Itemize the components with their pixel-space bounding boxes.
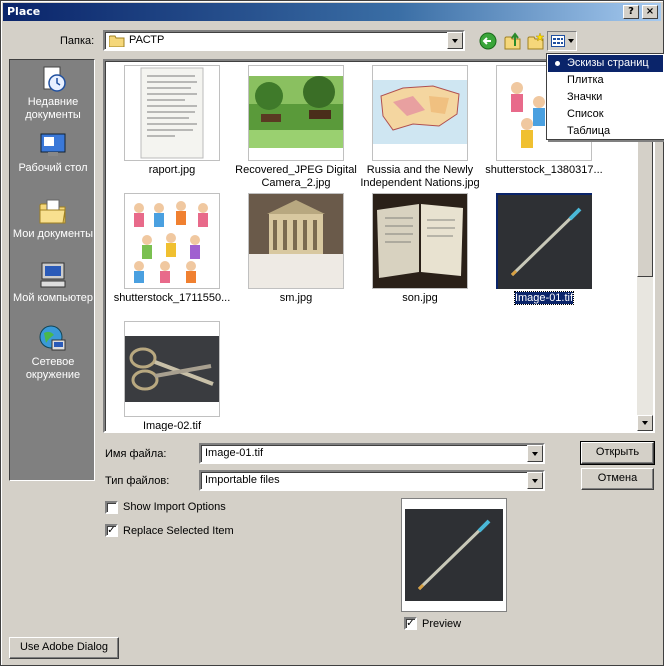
title-bar[interactable]: Place ? × — [3, 3, 661, 21]
chevron-down-icon — [568, 39, 574, 43]
view-menu-item-tiles[interactable]: Плитка — [548, 72, 663, 89]
view-menu-item-icons[interactable]: Значки — [548, 89, 663, 106]
open-button[interactable]: Открыть — [580, 441, 655, 465]
place-recent-documents[interactable]: Недавние документы — [10, 64, 96, 122]
show-import-options-label: Show Import Options — [123, 501, 226, 513]
file-item[interactable]: Image-02.tif — [110, 319, 230, 431]
desktop-icon — [40, 133, 66, 156]
file-item[interactable]: son.jpg — [358, 191, 478, 321]
place-label: Недавние документы — [25, 96, 81, 121]
filename-combo[interactable]: Image-01.tif — [199, 443, 545, 464]
file-name: Recovered_JPEG Digital Camera_2.jpg — [235, 164, 357, 189]
preview-checkbox[interactable]: ✓ — [404, 617, 417, 630]
my-computer-icon — [40, 262, 66, 288]
place-my-documents[interactable]: Мои документы — [10, 196, 96, 241]
file-thumbnail — [124, 193, 220, 289]
filetype-dropdown-arrow[interactable] — [527, 472, 543, 489]
view-menu-icon — [551, 35, 565, 47]
filename-label: Имя файла: — [105, 448, 167, 460]
file-thumbnail — [248, 193, 344, 289]
place-label: Мои документы — [12, 228, 94, 240]
pen-image — [498, 195, 592, 289]
file-name: raport.jpg — [148, 164, 196, 176]
file-name: sm.jpg — [279, 292, 313, 304]
file-item[interactable]: Recovered_JPEG Digital Camera_2.jpg — [234, 63, 357, 193]
use-adobe-dialog-button[interactable]: Use Adobe Dialog — [9, 637, 119, 659]
folder-label: Папка: — [60, 35, 95, 47]
preview-pane — [401, 498, 507, 612]
place-label: Рабочий стол — [18, 162, 88, 174]
network-icon — [39, 325, 66, 351]
horses-field-image — [249, 76, 343, 148]
file-item[interactable]: Russia and the Newly Independent Nations… — [358, 63, 480, 193]
handwritten-page-image — [140, 67, 204, 159]
view-menu-item-details[interactable]: Таблица — [548, 123, 663, 140]
filetype-combo[interactable]: Importable files — [199, 470, 545, 491]
filetype-label: Тип файлов: — [105, 475, 170, 487]
kids-group-image — [134, 201, 208, 283]
cancel-button[interactable]: Отмена — [581, 468, 654, 490]
filename-dropdown-arrow[interactable] — [527, 445, 543, 462]
scissors-image — [125, 336, 219, 402]
view-menu-item-thumbnails[interactable]: Эскизы страниц — [548, 55, 663, 72]
file-thumbnail — [124, 65, 220, 161]
file-name: son.jpg — [402, 292, 438, 304]
folder-value: РАСТР — [129, 34, 165, 46]
place-label: Мой компьютер — [12, 292, 94, 304]
file-thumbnail — [124, 321, 220, 417]
file-thumbnail — [248, 65, 344, 161]
folder-icon — [109, 35, 125, 47]
show-import-options-checkbox[interactable] — [105, 501, 118, 514]
file-name: Image-02.tif — [142, 420, 202, 432]
window-title: Place — [7, 5, 41, 18]
help-button[interactable]: ? — [623, 5, 639, 19]
view-menu: Эскизы страниц Плитка Значки Список Табл… — [546, 53, 664, 140]
file-name: shutterstock_1380317... — [485, 164, 603, 176]
up-folder-icon[interactable] — [504, 32, 522, 50]
scroll-down-button[interactable] — [637, 415, 653, 431]
recent-documents-icon — [43, 66, 66, 92]
filename-value: Image-01.tif — [205, 447, 264, 459]
places-bar: Недавние документы Рабочий стол Мои доку… — [9, 59, 95, 481]
file-item[interactable]: raport.jpg — [110, 63, 230, 193]
file-item[interactable]: shutterstock_1711550... — [110, 191, 230, 321]
place-network[interactable]: Сетевое окружение — [10, 324, 96, 382]
file-thumbnail — [372, 65, 468, 161]
place-dialog: Place ? × Папка: РАСТР Недавние документ… — [0, 0, 664, 666]
file-thumbnail — [496, 193, 592, 289]
filetype-value: Importable files — [205, 474, 280, 486]
new-folder-icon[interactable] — [527, 32, 545, 50]
selected-bullet-icon — [555, 61, 560, 66]
place-my-computer[interactable]: Мой компьютер — [10, 260, 96, 305]
map-image — [373, 80, 467, 144]
folder-combo[interactable]: РАСТР — [103, 30, 465, 51]
building-image — [249, 194, 343, 288]
preview-image — [405, 509, 503, 601]
view-menu-button[interactable] — [547, 31, 577, 51]
my-documents-icon — [39, 199, 66, 224]
file-name: Russia and the Newly Independent Nations… — [360, 164, 480, 189]
file-item[interactable]: sm.jpg — [234, 191, 354, 321]
preview-label: Preview — [422, 618, 462, 630]
folder-dropdown-arrow[interactable] — [447, 32, 463, 49]
place-desktop[interactable]: Рабочий стол — [10, 130, 96, 175]
back-arrow-icon[interactable] — [479, 32, 497, 50]
file-thumbnail — [372, 193, 468, 289]
close-button[interactable]: × — [642, 5, 658, 19]
view-menu-item-list[interactable]: Список — [548, 106, 663, 123]
replace-selected-item-label: Replace Selected Item — [123, 525, 234, 537]
file-item-selected[interactable]: Image-01.tif — [482, 191, 602, 321]
file-name: Image-01.tif — [513, 291, 575, 305]
place-label: Сетевое окружение — [25, 356, 81, 381]
replace-selected-item-checkbox[interactable]: ✓ — [105, 524, 118, 537]
file-name: shutterstock_1711550... — [113, 292, 231, 304]
book-image — [373, 194, 467, 288]
